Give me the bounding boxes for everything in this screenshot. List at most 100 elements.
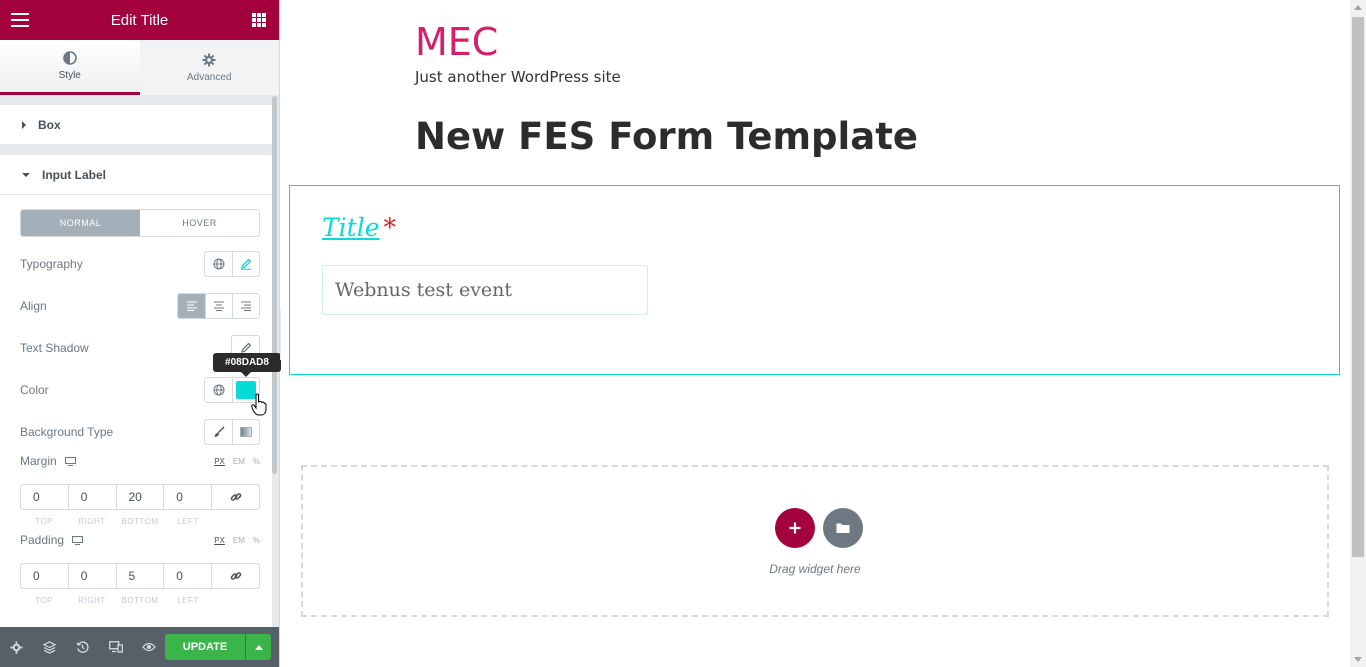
page-scrollbar[interactable] xyxy=(1350,0,1366,667)
folder-icon xyxy=(836,523,850,533)
drop-zone[interactable]: Drag widget here xyxy=(301,465,1329,617)
page-title: New FES Form Template xyxy=(415,115,918,158)
panel-scrollbar[interactable] xyxy=(272,96,277,474)
unit-em[interactable]: EM xyxy=(233,536,245,545)
padding-inputs: 0 0 5 0 xyxy=(20,563,260,589)
tab-advanced-label: Advanced xyxy=(187,71,232,83)
menu-icon[interactable] xyxy=(11,13,29,27)
scroll-up-icon[interactable] xyxy=(1354,5,1362,10)
color-label: Color xyxy=(20,383,49,397)
margin-label: Margin xyxy=(20,454,57,468)
settings-gear-icon[interactable] xyxy=(0,627,33,667)
padding-bottom-input[interactable]: 5 xyxy=(115,564,164,588)
unit-selector: PX EM % xyxy=(214,536,260,545)
layers-icon[interactable] xyxy=(33,627,66,667)
padding-right-input[interactable]: 0 xyxy=(67,564,116,588)
gear-icon xyxy=(202,53,216,66)
desktop-icon[interactable] xyxy=(64,456,76,466)
unit-selector: PX EM % xyxy=(214,457,260,466)
label-right: RIGHT xyxy=(78,517,106,526)
unit-em[interactable]: EM xyxy=(233,457,245,466)
title-input[interactable]: Webnus test event xyxy=(322,265,648,315)
align-control: Align xyxy=(20,293,260,319)
history-icon[interactable] xyxy=(66,627,99,667)
label-left: LEFT xyxy=(177,596,199,605)
hover-tab[interactable]: HOVER xyxy=(140,210,259,236)
margin-inputs: 0 0 20 0 xyxy=(20,484,260,510)
link-icon[interactable] xyxy=(211,564,259,588)
section-input-label[interactable]: Input Label xyxy=(0,155,272,195)
update-options-button[interactable] xyxy=(246,634,271,660)
state-toggle: NORMAL HOVER xyxy=(20,209,260,237)
typography-control: Typography xyxy=(20,251,260,277)
background-type-label: Background Type xyxy=(20,425,114,439)
globe-icon[interactable] xyxy=(205,252,232,276)
drag-widget-hint: Drag widget here xyxy=(769,562,861,576)
panel-header: Edit Title xyxy=(0,0,279,40)
unit-percent[interactable]: % xyxy=(253,536,260,545)
globe-icon[interactable] xyxy=(205,378,232,402)
label-left: LEFT xyxy=(177,517,199,526)
margin-top-input[interactable]: 0 xyxy=(21,485,68,509)
field-label: Title * xyxy=(322,213,396,242)
align-center-icon[interactable] xyxy=(205,294,232,318)
section-separator xyxy=(0,95,272,105)
label-bottom: BOTTOM xyxy=(121,517,159,526)
margin-header: Margin PX EM % xyxy=(20,454,260,468)
background-type-control: Background Type xyxy=(20,419,260,445)
update-button[interactable]: UPDATE xyxy=(165,634,245,660)
brush-icon[interactable] xyxy=(205,420,232,444)
unit-percent[interactable]: % xyxy=(253,457,260,466)
required-mark: * xyxy=(383,213,397,242)
margin-left-input[interactable]: 0 xyxy=(163,485,211,509)
gradient-icon[interactable] xyxy=(232,420,259,444)
panel-title: Edit Title xyxy=(110,11,169,29)
edit-pencil-icon[interactable] xyxy=(232,252,259,276)
form-widget[interactable]: Title * Webnus test event xyxy=(289,185,1340,375)
margin-bottom-input[interactable]: 20 xyxy=(115,485,164,509)
input-label-controls: NORMAL HOVER Typography Align Text Shado… xyxy=(0,195,272,627)
align-right-icon[interactable] xyxy=(232,294,259,318)
tab-advanced[interactable]: Advanced xyxy=(139,40,279,95)
text-shadow-label: Text Shadow xyxy=(20,341,89,355)
field-label-text: Title xyxy=(322,213,380,242)
section-separator xyxy=(0,145,272,155)
caret-right-icon xyxy=(22,120,26,129)
align-left-icon[interactable] xyxy=(178,294,205,318)
section-input-label-label: Input Label xyxy=(42,167,106,182)
page-preview: MEC Just another WordPress site New FES … xyxy=(281,0,1350,667)
add-section-button[interactable] xyxy=(775,508,815,548)
padding-header: Padding PX EM % xyxy=(20,533,260,547)
section-box[interactable]: Box xyxy=(0,105,272,145)
color-tooltip: #08DAD8 xyxy=(213,353,281,377)
site-title[interactable]: MEC xyxy=(415,20,498,64)
scroll-down-icon[interactable] xyxy=(1354,657,1362,662)
plus-icon xyxy=(789,522,801,534)
link-icon[interactable] xyxy=(211,485,259,509)
unit-px[interactable]: PX xyxy=(214,457,225,466)
padding-left-input[interactable]: 0 xyxy=(163,564,211,588)
padding-label: Padding xyxy=(20,533,65,547)
caret-down-icon xyxy=(22,172,30,177)
label-bottom: BOTTOM xyxy=(121,596,159,605)
margin-right-input[interactable]: 0 xyxy=(67,485,116,509)
tab-style[interactable]: Style xyxy=(0,40,140,95)
padding-top-input[interactable]: 0 xyxy=(21,564,68,588)
add-template-button[interactable] xyxy=(823,508,863,548)
padding-side-labels: TOP RIGHT BOTTOM LEFT xyxy=(20,596,212,605)
caret-up-icon xyxy=(254,644,263,650)
hand-cursor-icon xyxy=(251,393,267,416)
color-control: Color xyxy=(20,377,260,403)
widgets-grid-icon[interactable] xyxy=(252,13,266,27)
panel-tabs: Style Advanced xyxy=(0,40,279,95)
margin-side-labels: TOP RIGHT BOTTOM LEFT xyxy=(20,517,212,526)
normal-tab[interactable]: NORMAL xyxy=(21,210,140,236)
desktop-icon[interactable] xyxy=(72,535,84,545)
label-top: TOP xyxy=(35,517,53,526)
scrollbar-thumb[interactable] xyxy=(1352,17,1364,557)
responsive-icon[interactable] xyxy=(99,627,132,667)
label-right: RIGHT xyxy=(78,596,106,605)
unit-px[interactable]: PX xyxy=(214,536,225,545)
preview-eye-icon[interactable] xyxy=(132,627,165,667)
typography-label: Typography xyxy=(20,257,83,271)
